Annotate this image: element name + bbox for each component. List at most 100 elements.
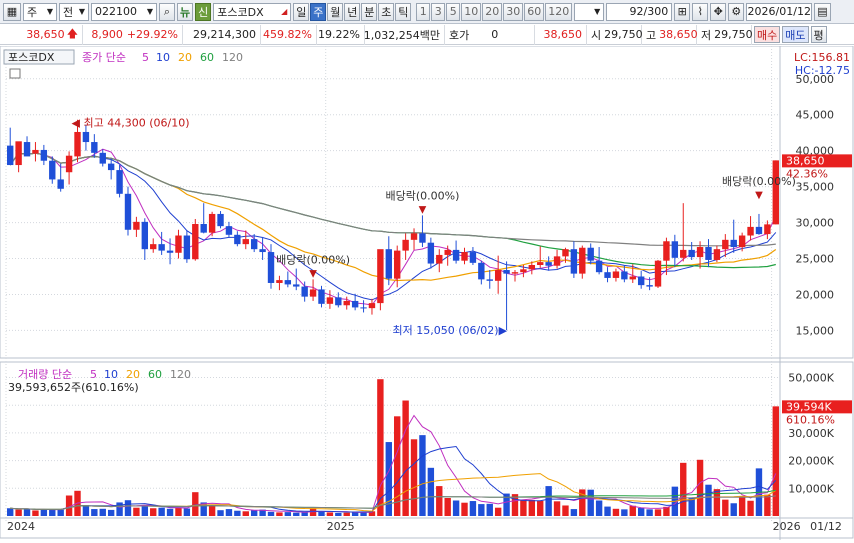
volume-legend-ma-5: 5	[90, 368, 97, 381]
quote-change-cell: 8,900 +29.92%	[83, 24, 183, 45]
volume-bar	[158, 507, 165, 516]
candle-body	[23, 142, 31, 157]
search-icon[interactable]: ⌕	[159, 2, 175, 21]
period-tab-4[interactable]: 분	[361, 2, 378, 21]
volume-bar	[107, 509, 115, 516]
volume-tick-label: 20,000K	[788, 455, 834, 468]
period-tab-6[interactable]: 틱	[395, 2, 412, 21]
volume-bar	[343, 512, 350, 516]
minute-option-5[interactable]: 5	[446, 2, 461, 21]
candle-body	[166, 250, 174, 253]
down-arrow-icon: ▼	[419, 204, 427, 215]
candle-body	[646, 285, 653, 287]
bar-count-field[interactable]: 92/300	[606, 2, 673, 21]
volume-bar	[23, 508, 31, 516]
candle-body	[595, 260, 603, 273]
chart-edit-icon[interactable]: ⌇	[692, 2, 709, 21]
minute-option-3[interactable]: 3	[431, 2, 446, 21]
chart-area: 50,000 45,000 40,000 35,000 30,000 25,000 20,0…	[0, 45, 854, 540]
minute-option-120[interactable]: 120	[545, 2, 573, 21]
candle-body	[680, 249, 687, 258]
minute-option-10[interactable]: 10	[461, 2, 482, 21]
scope-value: 전	[63, 5, 74, 19]
lc-readout: LC:156.81	[794, 51, 850, 64]
volume-bar	[57, 509, 64, 516]
period-tab-3[interactable]: 년	[344, 2, 361, 21]
credit-badge: 신	[195, 2, 212, 21]
down-arrow-icon: ▼	[309, 268, 317, 279]
last-price-pct: 42.36%	[786, 167, 828, 180]
price-legend-ma-20: 20	[178, 51, 192, 64]
open-value: 29,750	[604, 28, 643, 41]
candle-body	[696, 247, 704, 258]
scope-select[interactable]: 전 ▼	[59, 2, 89, 21]
candle-body	[637, 276, 645, 286]
candle-body	[621, 271, 628, 280]
low-annotation: 최저 15,050 (06/02)	[393, 324, 499, 337]
candle-body	[284, 280, 292, 285]
date-field[interactable]: 2026/01/12	[746, 2, 813, 21]
candle-body	[587, 247, 594, 261]
quote-price-cell: 38,650 🡅	[0, 24, 83, 45]
volume-bar	[587, 489, 594, 516]
candlestick-chart[interactable]: 50,00045,00040,00035,00030,00025,00020,0…	[0, 45, 854, 540]
volume-bar	[40, 509, 48, 516]
candle-body	[545, 262, 552, 266]
volume-bar	[124, 500, 132, 516]
candle-body	[57, 179, 64, 189]
gear-icon[interactable]: ⚙	[728, 2, 745, 21]
period-tab-0[interactable]: 일	[293, 2, 310, 21]
volume-legend-value: 39,593,652주(610.16%)	[8, 381, 139, 394]
hoga-value: 0	[491, 28, 499, 41]
candle-body	[175, 235, 182, 253]
crosshair-icon[interactable]: ✥	[710, 2, 727, 21]
candle-body	[503, 270, 510, 274]
chart-type-icon[interactable]: ▦	[3, 2, 21, 21]
buy-button[interactable]: 매수	[754, 26, 781, 43]
minute-option-1[interactable]: 1	[416, 2, 431, 21]
volume-bar	[621, 509, 628, 516]
eval-button[interactable]: 평	[810, 26, 827, 43]
toolbar: ▦ 주 ▼ 전 ▼ 022100 ▼ ⌕ 뉴 신 포스코DX ◢ 일주월년분초틱 135…	[0, 0, 854, 24]
minute-option-30[interactable]: 30	[503, 2, 524, 21]
volume-bar	[301, 512, 308, 516]
price-tick-label: 25,000	[796, 253, 835, 266]
volume-legend-ma-120: 120	[170, 368, 191, 381]
volume-bar	[419, 435, 426, 516]
volume-bar	[629, 505, 636, 516]
period-tab-2[interactable]: 월	[327, 2, 344, 21]
volume-bar	[385, 442, 392, 516]
candle-body	[478, 262, 485, 280]
period-tab-5[interactable]: 초	[378, 2, 395, 21]
code-input[interactable]: 022100 ▼	[91, 2, 157, 21]
sell-button[interactable]: 매도	[782, 26, 809, 43]
hc-readout: HC:-12.75	[795, 64, 850, 77]
price-tick-label: 30,000	[796, 217, 835, 230]
calendar-icon[interactable]: ▤	[814, 2, 831, 21]
candle-body	[99, 152, 106, 164]
dividend-annotation: 배당락(0.00%)	[276, 253, 350, 266]
volume-bar	[242, 511, 249, 516]
quote-price: 38,650	[26, 28, 65, 41]
period-type-select[interactable]: 주 ▼	[23, 2, 57, 21]
bar-total-value: /300	[643, 5, 669, 18]
minute-option-20[interactable]: 20	[482, 2, 503, 21]
volume-bar	[335, 512, 342, 516]
candle-body	[427, 242, 435, 264]
x-tick-label: 2026	[773, 520, 801, 533]
volume-bar	[91, 509, 98, 516]
quote-open: 시 29,750	[587, 24, 643, 45]
legend-toggle-icon	[9, 68, 21, 79]
minute-tabs: 1 3 5 10 20 30 60 120	[416, 2, 573, 21]
period-tab-1[interactable]: 주	[310, 2, 327, 21]
grid-add-icon[interactable]: ⊞	[674, 2, 691, 21]
news-button[interactable]: 뉴	[177, 2, 194, 21]
volume-bar	[654, 509, 662, 516]
volume-bar	[326, 512, 334, 516]
down-arrow-icon: ▼	[755, 190, 763, 201]
candle-body	[40, 149, 48, 161]
quote-buttons: 매수 매도 평	[752, 25, 827, 45]
minute-option-60[interactable]: 60	[524, 2, 545, 21]
interval-select[interactable]: ▼	[574, 2, 605, 21]
candle-body	[436, 254, 443, 264]
